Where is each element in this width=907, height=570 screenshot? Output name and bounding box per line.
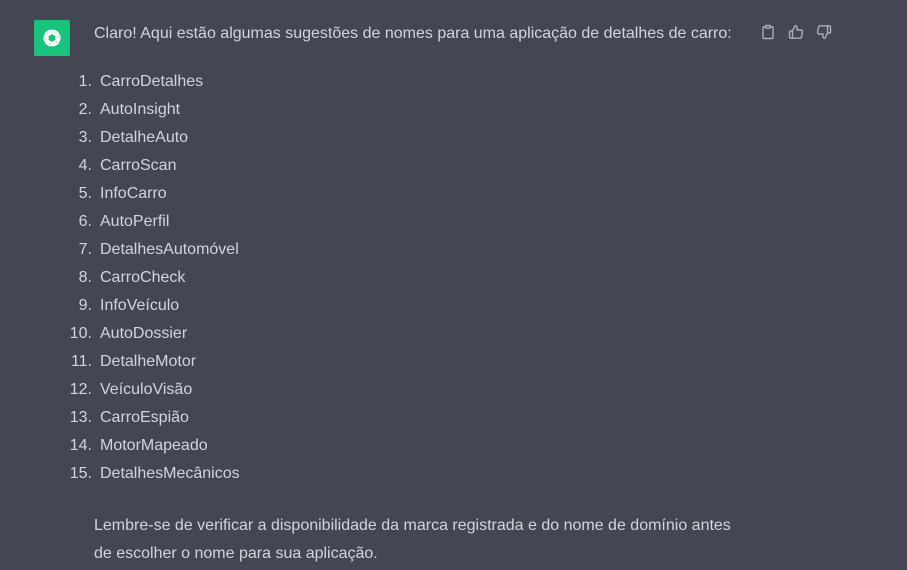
list-item-name: AutoPerfil <box>100 213 170 230</box>
list-item-name: CarroCheck <box>100 269 186 286</box>
list-item-number: 7. <box>78 241 92 258</box>
list-item-number: 4. <box>78 157 92 174</box>
list-item: 14. MotorMapeado <box>70 436 240 464</box>
list-item-name: InfoCarro <box>100 185 167 202</box>
list-item: 13. CarroEspião <box>70 408 240 436</box>
message-actions <box>758 22 834 42</box>
list-item: 15. DetalhesMecânicos <box>70 464 240 492</box>
list-item-number: 12. <box>69 381 92 398</box>
list-item-name: CarroDetalhes <box>100 73 204 90</box>
list-item: 11. DetalheMotor <box>71 352 240 380</box>
list-item-number: 3. <box>78 129 92 146</box>
list-item: 4. CarroScan <box>79 156 240 184</box>
openai-logo-icon <box>43 29 61 47</box>
message-outro: Lembre-se de verificar a disponibilidade… <box>94 517 731 562</box>
names-list: 1. CarroDetalhes 2. AutoInsight 3. DetalheA… <box>70 72 240 492</box>
list-item: 5. InfoCarro <box>79 184 240 212</box>
list-item-name: DetalhesAutomóvel <box>100 241 239 258</box>
list-item: 1. CarroDetalhes <box>79 72 240 100</box>
list-item-name: DetalhesMecânicos <box>100 465 240 482</box>
list-item-number: 6. <box>78 213 92 230</box>
list-item-name: VeículoVisão <box>100 381 193 398</box>
list-item-number: 13. <box>69 409 92 426</box>
list-item-number: 1. <box>78 73 92 90</box>
list-item-number: 8. <box>78 269 92 286</box>
list-item: 7. DetalhesAutomóvel <box>79 240 240 268</box>
list-item-number: 10. <box>69 325 92 342</box>
list-item-number: 2. <box>78 101 92 118</box>
list-item-name: DetalheMotor <box>100 353 197 370</box>
list-item: 2. AutoInsight <box>79 100 240 128</box>
list-item-number: 5. <box>78 185 92 202</box>
list-item-number: 11. <box>70 353 92 370</box>
assistant-avatar <box>34 20 70 56</box>
clipboard-icon <box>762 24 774 40</box>
list-item-name: DetalheAuto <box>100 129 189 146</box>
thumbs-down-button[interactable] <box>814 22 834 42</box>
list-item-number: 9. <box>78 297 92 314</box>
list-item-number: 14. <box>69 437 92 454</box>
list-item-name: CarroScan <box>100 157 177 174</box>
message-intro: Claro! Aqui estão algumas sugestões de n… <box>94 25 732 42</box>
list-item: 6. AutoPerfil <box>79 212 240 240</box>
copy-button[interactable] <box>758 22 778 42</box>
list-item-name: CarroEspião <box>100 409 189 426</box>
thumbs-up-icon <box>788 25 804 39</box>
list-item: 3. DetalheAuto <box>79 128 240 156</box>
thumbs-down-icon <box>816 25 832 39</box>
list-item-name: InfoVeículo <box>100 297 180 314</box>
thumbs-up-button[interactable] <box>786 22 806 42</box>
list-item-name: AutoInsight <box>100 101 181 118</box>
list-item: 12. VeículoVisão <box>70 380 240 408</box>
list-item: 8. CarroCheck <box>79 268 240 296</box>
list-item-name: MotorMapeado <box>100 437 208 454</box>
list-item: 10. AutoDossier <box>70 324 240 352</box>
list-item-number: 15. <box>69 465 92 482</box>
list-item: 9. InfoVeículo <box>79 296 240 324</box>
list-item-name: AutoDossier <box>100 325 188 342</box>
